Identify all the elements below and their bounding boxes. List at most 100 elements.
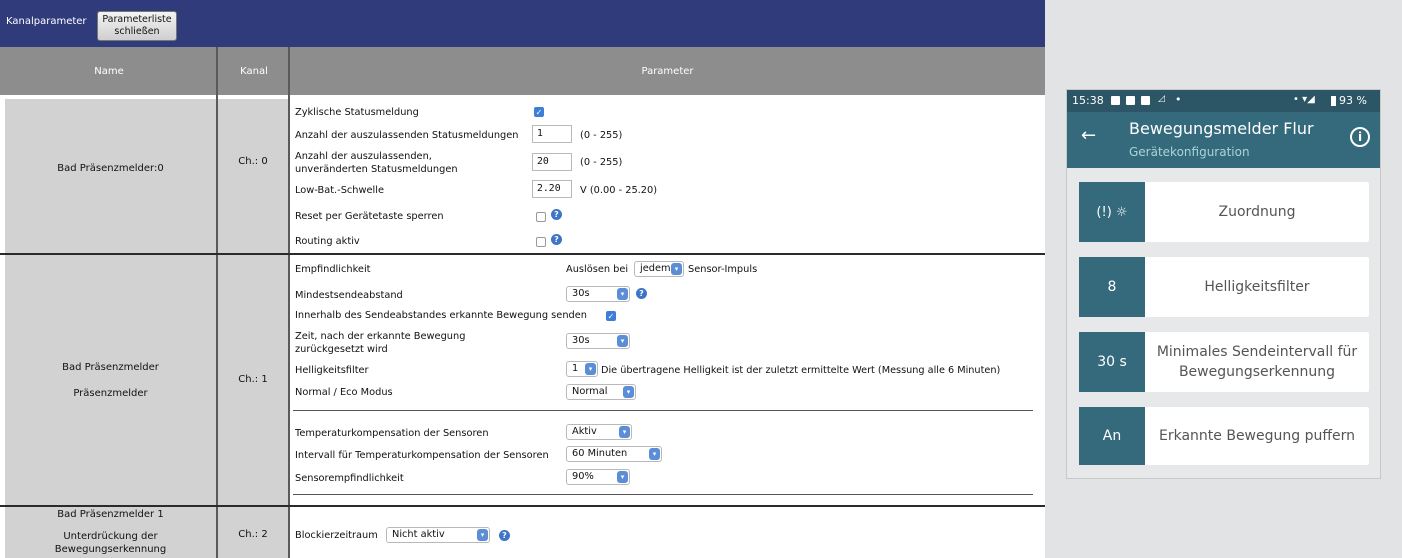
help-icon[interactable]: ? — [551, 209, 562, 220]
card-sendeintervall[interactable]: 30 s Minimales Sendeintervall für Bewegu… — [1079, 332, 1369, 392]
zeit-select[interactable]: 30s ▾ — [566, 333, 630, 349]
row1-name-line2: Präsenzmelder — [73, 388, 148, 399]
signal-icon: ◿ — [1158, 94, 1165, 104]
row2-name-cell: Bad Präsenzmelder 1 Unterdrückung der Be… — [5, 507, 216, 558]
chevron-down-icon: ▾ — [617, 288, 628, 300]
status-time: 15:38 — [1072, 94, 1104, 107]
card-label: Erkannte Bewegung puffern — [1159, 428, 1355, 444]
status-bar: 15:38 ◿ • • ▾◢ 93 % — [1067, 90, 1380, 112]
innerhalb-checkbox[interactable]: ✓ — [606, 311, 616, 321]
header-kanal: Kanal — [240, 66, 268, 77]
chevron-down-icon: ▾ — [585, 363, 596, 375]
row0-name-cell: Bad Präsenzmelder:0 — [5, 99, 216, 253]
routing-checkbox[interactable] — [536, 237, 546, 247]
param-unveraendert-label-1: Anzahl der auszulassenden, — [295, 151, 432, 162]
block-select-value: Nicht aktiv — [392, 529, 445, 540]
param-block-label: Blockierzeitraum — [295, 530, 378, 541]
eco-select[interactable]: Normal ▾ — [566, 384, 636, 400]
param-sensor-label: Sensorempfindlichkeit — [295, 473, 404, 484]
chevron-down-icon: ▾ — [649, 448, 660, 460]
wifi-signal-icon: • ▾◢ — [1293, 94, 1315, 105]
card-helligkeitsfilter[interactable]: 8 Helligkeitsfilter — [1079, 257, 1369, 317]
webui-panel: Kanalparameter Parameterliste schließen … — [0, 0, 1045, 558]
close-parameter-list-button[interactable]: Parameterliste schließen — [97, 11, 177, 41]
chevron-down-icon: ▾ — [623, 386, 634, 398]
card-label-line1: Minimales Sendeintervall für — [1156, 344, 1358, 360]
notification-icon — [1126, 96, 1135, 105]
temp-select-value: Aktiv — [572, 426, 597, 437]
eco-select-value: Normal — [572, 386, 608, 397]
info-icon[interactable]: i — [1350, 127, 1370, 147]
hell-select[interactable]: 1 ▾ — [566, 361, 598, 377]
chevron-down-icon: ▾ — [477, 529, 488, 541]
row2-name-line1: Bad Präsenzmelder 1 — [57, 509, 164, 520]
row1-kanal-cell: Ch.: 1 — [218, 255, 288, 505]
chevron-down-icon: ▾ — [617, 471, 628, 483]
chevron-down-icon: ▾ — [619, 426, 630, 438]
card-zuordnung[interactable]: (!) ☼ Zuordnung — [1079, 182, 1369, 242]
header-name: Name — [94, 66, 124, 77]
param-zeit-label-1: Zeit, nach der erkannte Bewegung — [295, 331, 466, 342]
card-badge: An — [1079, 407, 1145, 465]
notification-icon — [1111, 96, 1120, 105]
block-select[interactable]: Nicht aktiv ▾ — [386, 527, 490, 543]
lowbat-input[interactable]: 2.20 — [532, 180, 572, 198]
card-bewegung-puffern[interactable]: An Erkannte Bewegung puffern — [1079, 407, 1369, 465]
auszulassen-input[interactable]: 1 — [532, 125, 572, 143]
card-label: Minimales Sendeintervall für Bewegungser… — [1145, 332, 1369, 392]
help-icon[interactable]: ? — [636, 288, 647, 299]
param-zyklisch-label: Zyklische Statusmeldung — [295, 107, 419, 118]
param-routing-label: Routing aktiv — [295, 236, 360, 247]
param-auszulassen-label: Anzahl der auszulassenden Statusmeldunge… — [295, 130, 519, 141]
empf-prefix: Auslösen bei — [566, 264, 629, 275]
unveraendert-range: (0 - 255) — [580, 157, 623, 168]
row1-kanal: Ch.: 1 — [238, 374, 268, 385]
lowbat-range: V (0.00 - 25.20) — [580, 185, 658, 196]
row2-name-line3: Bewegungserkennung — [54, 544, 167, 555]
card-badge: 30 s — [1079, 332, 1145, 392]
temp-select[interactable]: Aktiv ▾ — [566, 424, 632, 440]
help-icon[interactable]: ? — [499, 530, 510, 541]
sensor-select-value: 90% — [572, 471, 594, 482]
top-bar: Kanalparameter Parameterliste schließen — [0, 0, 1045, 47]
column-divider — [288, 47, 290, 558]
back-arrow-icon[interactable]: ← — [1081, 125, 1096, 146]
app-title: Bewegungsmelder Flur — [1129, 119, 1314, 138]
row2-name-line2: Unterdrückung der — [63, 531, 158, 542]
sensor-select[interactable]: 90% ▾ — [566, 469, 630, 485]
intervall-select-value: 60 Minuten — [572, 448, 628, 459]
row0-name: Bad Präsenzmelder:0 — [57, 163, 164, 174]
alert-brightness-icon: (!) ☼ — [1079, 182, 1145, 242]
unveraendert-input[interactable]: 20 — [532, 153, 572, 171]
row1-name-cell: Bad Präsenzmelder Präsenzmelder — [5, 255, 216, 505]
empf-select-value: jedem — [640, 263, 671, 274]
card-badge: 8 — [1079, 257, 1145, 317]
phone-screen: 15:38 ◿ • • ▾◢ 93 % ← Bewegungsmelder Fl… — [1066, 89, 1381, 479]
notification-icon — [1141, 96, 1150, 105]
param-hell-label: Helligkeitsfilter — [295, 365, 369, 376]
battery-icon — [1331, 96, 1336, 106]
help-icon[interactable]: ? — [551, 234, 562, 245]
reset-checkbox[interactable] — [536, 212, 546, 222]
row0-kanal-cell: Ch.: 0 — [218, 99, 288, 253]
param-eco-label: Normal / Eco Modus — [295, 387, 393, 398]
intervall-select[interactable]: 60 Minuten ▾ — [566, 446, 662, 462]
close-button-line2: schließen — [114, 26, 160, 37]
dot-icon: • — [1175, 93, 1182, 106]
auszulassen-range: (0 - 255) — [580, 130, 623, 141]
hell-select-value: 1 — [572, 363, 579, 374]
param-innerhalb-label: Innerhalb des Sendeabstandes erkannte Be… — [295, 310, 587, 321]
hell-note: Die übertragene Helligkeit ist der zulet… — [601, 365, 1001, 376]
mindest-select[interactable]: 30s ▾ — [566, 286, 630, 302]
param-mindest-label: Mindestsendeabstand — [295, 290, 403, 301]
empf-select[interactable]: jedem ▾ — [634, 261, 684, 277]
param-temp-label: Temperaturkompensation der Sensoren — [295, 428, 489, 439]
param-unveraendert-label-2: unveränderten Statusmeldungen — [295, 164, 458, 175]
chevron-down-icon: ▾ — [671, 263, 682, 275]
row2-kanal: Ch.: 2 — [238, 529, 268, 540]
card-label: Helligkeitsfilter — [1204, 279, 1310, 295]
zyklisch-checkbox[interactable]: ✓ — [534, 107, 544, 117]
card-label-line2: Bewegungserkennung — [1178, 364, 1336, 380]
section-divider — [293, 410, 1033, 411]
param-lowbat-label: Low-Bat.-Schwelle — [295, 185, 385, 196]
